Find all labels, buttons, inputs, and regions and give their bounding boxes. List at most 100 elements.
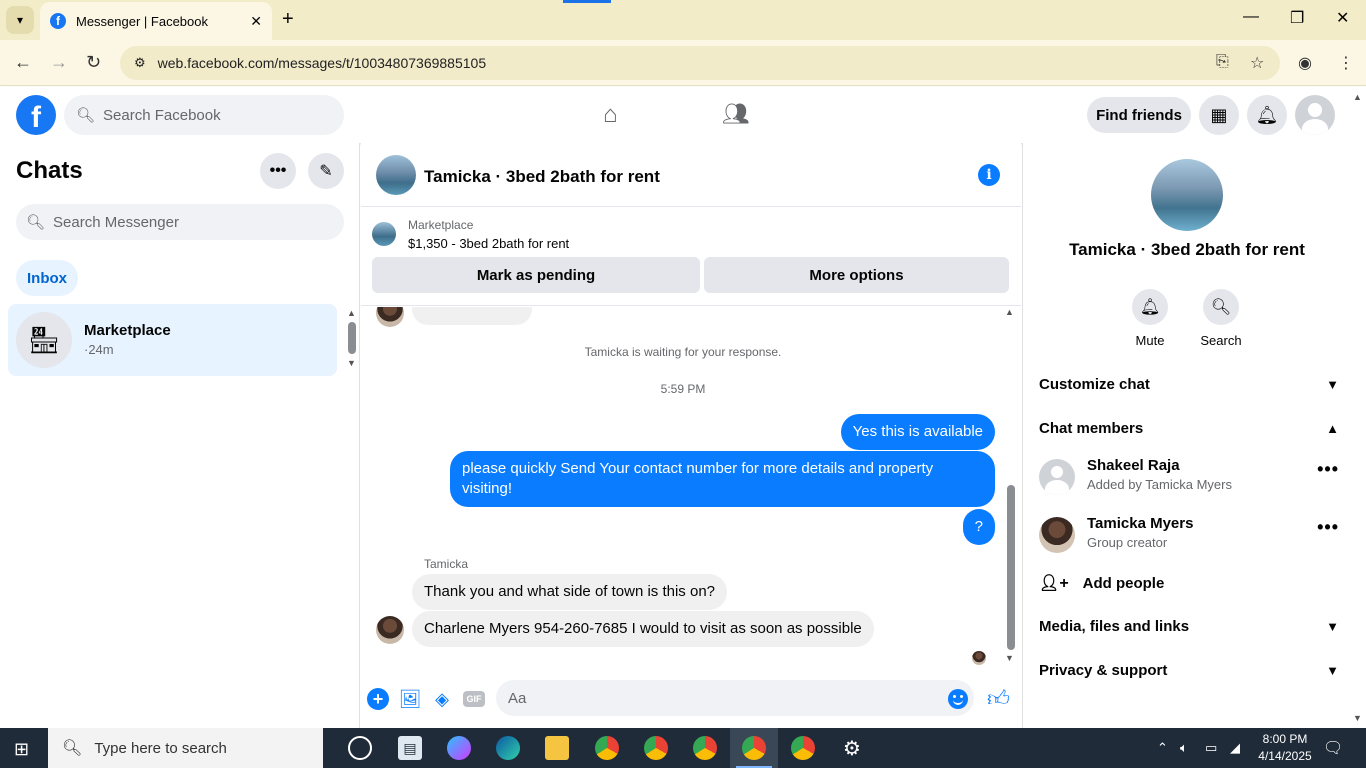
thumbs-up-icon[interactable]: 👍︎ [987,685,1010,712]
chats-options-icon[interactable]: ••• [260,153,296,189]
battery-icon[interactable]: ▭ [1205,740,1217,756]
scroll-thumb[interactable] [348,322,356,354]
emoji-icon[interactable] [948,689,968,709]
customize-chat-section[interactable]: Customize chat ▼ [1039,376,1339,393]
conversation-avatar[interactable] [376,155,416,195]
chrome-icon[interactable] [791,736,815,760]
notifications-bell-icon[interactable]: 🔔︎ [1247,95,1287,135]
member-options-icon[interactable]: ••• [1317,517,1339,538]
menu-grid-icon[interactable]: ▦ [1199,95,1239,135]
bell-icon: 🔔︎ [1132,289,1168,325]
scroll-up-icon[interactable]: ▲ [1005,307,1014,317]
message-input-placeholder: Aa [508,689,527,707]
browser-tab-messenger[interactable]: f Messenger | Facebook ✕ [40,2,272,40]
browser-toolbar: ← → ↻ ⚙ web.facebook.com/messages/t/1003… [0,40,1366,86]
outgoing-message[interactable]: please quickly Send Your contact number … [450,451,995,507]
plus-icon[interactable]: + [367,688,389,710]
tab-close-icon[interactable]: ✕ [250,13,262,30]
conversation-item-marketplace[interactable]: 🏪︎ Marketplace ·24m [8,304,337,376]
restore-icon[interactable]: ❐ [1290,8,1304,28]
file-explorer-icon[interactable] [545,736,569,760]
cortana-icon[interactable] [348,736,372,760]
network-icon[interactable]: ◢ [1230,740,1240,756]
page-scroll-down-icon[interactable]: ▼ [1353,713,1362,723]
conversation-header: Tamicka · 3bed 2bath for rent i [361,143,1021,207]
inbox-tab[interactable]: Inbox [16,260,78,296]
edge-icon[interactable] [496,736,520,760]
incoming-message[interactable]: Charlene Myers 954-260-7685 I would to v… [412,611,874,647]
forward-arrow-icon[interactable]: → [50,52,68,73]
message-input[interactable]: Aa [496,680,974,716]
system-clock[interactable]: 8:00 PM 4/14/2025 [1252,731,1318,765]
listing-thumbnail[interactable] [372,222,396,246]
window-close-icon[interactable]: ✕ [1336,8,1349,28]
more-options-button[interactable]: More options [704,257,1009,293]
task-view-icon[interactable]: ▤ [398,736,422,760]
conversation-title[interactable]: Tamicka · 3bed 2bath for rent [424,167,660,187]
sender-avatar [376,616,404,644]
taskbar-search-input[interactable]: 🔍︎ Type here to search [48,728,323,768]
notification-center-icon[interactable]: 🗨︎ [1323,738,1343,758]
chat-info-title: Tamicka · 3bed 2bath for rent [1069,240,1305,259]
new-message-icon[interactable]: ✎ [308,153,344,189]
volume-icon[interactable]: 🔈︎ [1180,740,1188,756]
new-tab-plus-icon[interactable]: + [282,8,294,31]
chrome-icon[interactable] [693,736,717,760]
member-item[interactable]: Tamicka Myers Group creator ••• [1039,513,1339,563]
media-files-links-section[interactable]: Media, files and links ▼ [1039,618,1339,635]
info-icon[interactable]: i [978,164,1000,186]
listing-title[interactable]: $1,350 - 3bed 2bath for rent [408,236,569,251]
friends-icon[interactable]: 👥︎ [722,101,750,127]
chat-members-section[interactable]: Chat members ▲ [1039,420,1339,437]
gif-icon[interactable]: GIF [463,691,485,707]
account-avatar[interactable] [1295,95,1335,135]
marketplace-store-icon: 🏪︎ [16,312,72,368]
add-people-label: Add people [1082,574,1165,592]
facebook-header: f 🔍︎ Search Facebook ⌂ 👥︎ Find friends ▦… [0,87,1366,143]
thread-scroll-thumb[interactable] [1007,485,1015,650]
chats-scrollbar[interactable]: ▲ ▼ [347,308,357,368]
conversation-panel: Tamicka · 3bed 2bath for rent i Marketpl… [361,143,1021,728]
tab-search-chevron-icon[interactable]: ▾ [6,6,34,34]
add-people-button[interactable]: 👤︎+ Add people [1039,573,1164,593]
bookmark-star-icon[interactable]: ☆ [1250,53,1264,73]
sticker-icon[interactable]: ◈ [431,688,453,710]
chrome-icon[interactable] [595,736,619,760]
facebook-logo-icon[interactable]: f [16,95,56,135]
mute-button[interactable]: 🔔︎ Mute [1120,289,1180,348]
facebook-search-input[interactable]: 🔍︎ Search Facebook [64,95,344,135]
address-bar[interactable]: ⚙ web.facebook.com/messages/t/1003480736… [120,46,1280,80]
incoming-message[interactable]: Thank you and what side of town is this … [412,574,728,610]
minimize-icon[interactable]: — [1243,8,1259,26]
mark-as-pending-button[interactable]: Mark as pending [372,257,700,293]
chrome-icon[interactable] [736,736,772,768]
waiting-notice: Tamicka is waiting for your response. [584,345,782,359]
chrome-icon[interactable] [644,736,668,760]
back-arrow-icon[interactable]: ← [14,52,32,73]
outgoing-message[interactable]: ? [962,509,995,545]
settings-gear-icon[interactable]: ⚙ [840,736,864,760]
page-scroll-up-icon[interactable]: ▲ [1353,92,1362,102]
find-friends-button[interactable]: Find friends [1087,97,1191,133]
tray-chevron-up-icon[interactable]: ⌃ [1157,740,1168,756]
photo-icon[interactable]: 🖼︎ [399,688,422,710]
site-info-icon[interactable]: ⚙ [134,55,146,71]
browser-menu-icon[interactable]: ⋮ [1338,53,1354,73]
home-icon[interactable]: ⌂ [603,101,618,129]
member-options-icon[interactable]: ••• [1317,459,1339,480]
scroll-down-icon[interactable]: ▼ [347,358,356,368]
profile-icon[interactable]: ◉ [1298,53,1312,73]
copilot-icon[interactable] [447,736,471,760]
search-conversation-button[interactable]: 🔍︎ Search [1191,289,1251,348]
install-app-icon[interactable]: ⎘ [1216,53,1229,71]
scroll-down-icon[interactable]: ▼ [1005,653,1014,663]
scroll-up-icon[interactable]: ▲ [347,308,356,318]
outgoing-message[interactable]: Yes this is available [840,414,995,450]
search-icon: 🔍︎ [62,740,83,757]
reload-icon[interactable]: ↻ [86,52,101,73]
messenger-search-input[interactable]: 🔍︎ Search Messenger [16,204,344,240]
privacy-support-section[interactable]: Privacy & support ▼ [1039,662,1339,679]
windows-start-icon[interactable]: ⊞ [14,739,29,760]
chat-avatar[interactable] [1151,159,1223,231]
member-item[interactable]: Shakeel Raja Added by Tamicka Myers ••• [1039,455,1339,505]
